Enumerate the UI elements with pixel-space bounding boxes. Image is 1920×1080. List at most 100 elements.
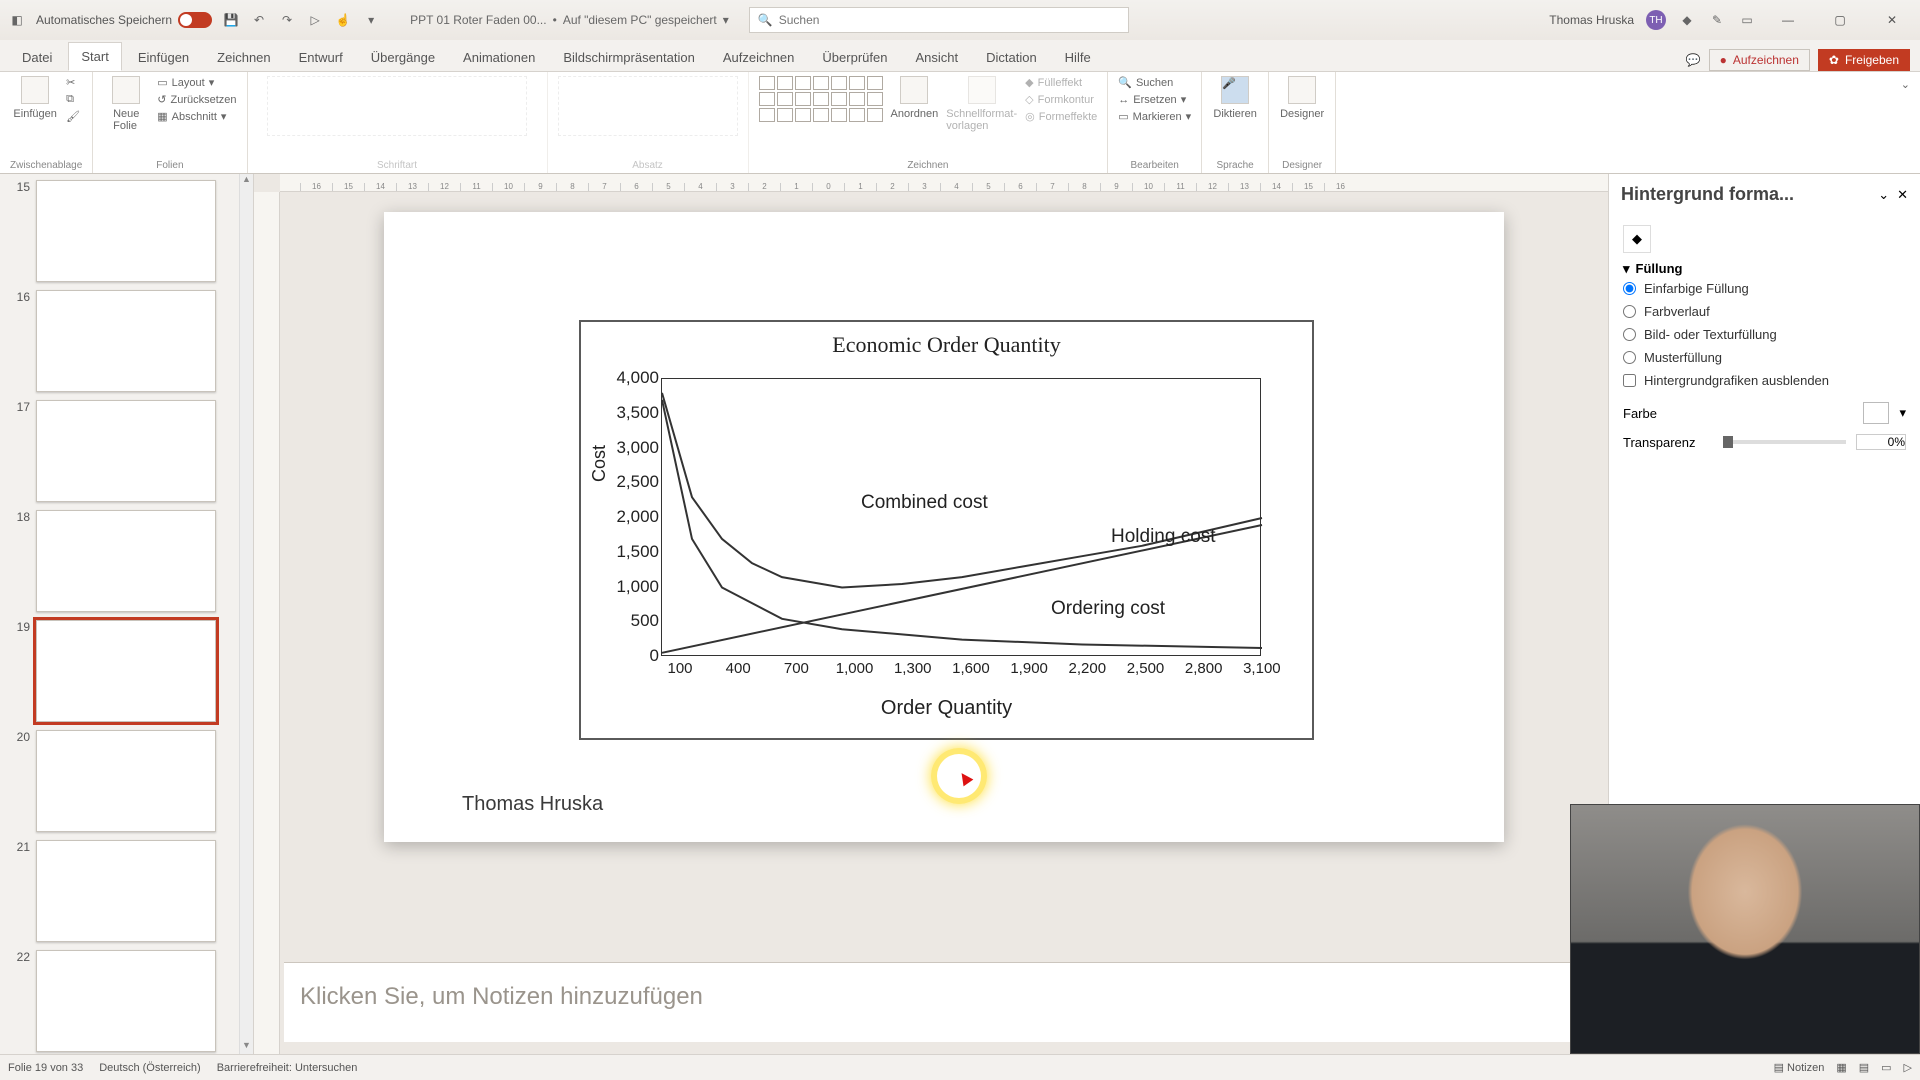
- tab-entwurf[interactable]: Entwurf: [287, 44, 355, 71]
- undo-icon[interactable]: ↶: [250, 13, 268, 27]
- thumb-slide-17[interactable]: 17: [8, 400, 231, 502]
- window-icon[interactable]: ▭: [1738, 13, 1756, 27]
- thumb-slide-22[interactable]: 22: [8, 950, 231, 1052]
- select-button[interactable]: ▭ Markieren ▾: [1118, 110, 1191, 123]
- tab-zeichnen[interactable]: Zeichnen: [205, 44, 282, 71]
- language-status[interactable]: Deutsch (Österreich): [99, 1062, 200, 1074]
- opt-solid[interactable]: Einfarbige Füllung: [1623, 277, 1906, 300]
- doc-chevron-icon[interactable]: ▾: [723, 13, 729, 27]
- notes-toggle[interactable]: ▤ Notizen: [1774, 1061, 1825, 1074]
- tab-animationen[interactable]: Animationen: [451, 44, 547, 71]
- slide-thumbnails: 15161718192021222324 ▲▼: [0, 174, 254, 1054]
- chart-image[interactable]: Economic Order Quantity Cost 05001,0001,…: [579, 320, 1314, 740]
- dictate-button[interactable]: 🎤Diktieren: [1212, 76, 1258, 120]
- reset-button[interactable]: ↺ Zurücksetzen: [157, 93, 236, 106]
- tab-start[interactable]: Start: [68, 42, 121, 71]
- slideshow-icon[interactable]: ▷: [306, 13, 324, 27]
- new-slide-button[interactable]: Neue Folie: [103, 76, 149, 132]
- thumb-slide-18[interactable]: 18: [8, 510, 231, 612]
- section-fill-label: Füllung: [1636, 261, 1683, 277]
- pane-collapse-icon[interactable]: ⌄: [1878, 187, 1889, 203]
- redo-icon[interactable]: ↷: [278, 13, 296, 27]
- paste-button[interactable]: Einfügen: [12, 76, 58, 120]
- format-painter-icon[interactable]: 🖌: [66, 110, 80, 123]
- shape-outline-button[interactable]: ◇ Formkontur: [1025, 93, 1097, 106]
- record-button[interactable]: ●Aufzeichnen: [1709, 49, 1810, 71]
- tab-ansicht[interactable]: Ansicht: [903, 44, 970, 71]
- thumb-slide-19[interactable]: 19: [8, 620, 231, 722]
- replace-button[interactable]: ↔ Ersetzen ▾: [1118, 93, 1191, 106]
- tab-ueberpruefen[interactable]: Überprüfen: [810, 44, 899, 71]
- pane-title: Hintergrund forma...: [1621, 184, 1870, 205]
- cut-icon[interactable]: ✂: [66, 76, 80, 89]
- view-sorter-icon[interactable]: ▤: [1859, 1061, 1869, 1074]
- accessibility-status[interactable]: Barrierefreiheit: Untersuchen: [217, 1062, 358, 1074]
- color-chevron-icon[interactable]: ▾: [1899, 405, 1906, 421]
- touch-icon[interactable]: ☝: [334, 13, 352, 27]
- group-clipboard-label: Zwischenablage: [10, 158, 82, 171]
- chevron-down-icon[interactable]: ▾: [1623, 261, 1630, 277]
- pen-icon[interactable]: ✎: [1708, 13, 1726, 27]
- qat-more-icon[interactable]: ▾: [362, 13, 380, 27]
- shape-effects-button[interactable]: ◎ Formeffekte: [1025, 110, 1097, 123]
- collapse-ribbon-icon[interactable]: ⌄: [1901, 78, 1910, 91]
- autosave-toggle[interactable]: [178, 12, 212, 28]
- slide-canvas[interactable]: Economic Order Quantity Cost 05001,0001,…: [384, 212, 1504, 842]
- transparency-slider[interactable]: [1723, 440, 1846, 444]
- opt-gradient[interactable]: Farbverlauf: [1623, 300, 1906, 323]
- group-edit-label: Bearbeiten: [1131, 158, 1179, 171]
- chart-title: Economic Order Quantity: [581, 332, 1312, 358]
- fill-category-icon[interactable]: ◆: [1623, 225, 1651, 253]
- tab-aufzeichnen[interactable]: Aufzeichnen: [711, 44, 807, 71]
- notes-placeholder[interactable]: Klicken Sie, um Notizen hinzuzufügen: [284, 962, 1580, 1042]
- group-slides-label: Folien: [156, 158, 183, 171]
- view-normal-icon[interactable]: ▦: [1836, 1061, 1846, 1074]
- section-button[interactable]: ▦ Abschnitt ▾: [157, 110, 236, 123]
- shape-fill-button[interactable]: ◆ Fülleffekt: [1025, 76, 1097, 89]
- thumb-slide-15[interactable]: 15: [8, 180, 231, 282]
- tab-uebergaenge[interactable]: Übergänge: [359, 44, 447, 71]
- user-name[interactable]: Thomas Hruska: [1549, 13, 1634, 27]
- thumb-slide-21[interactable]: 21: [8, 840, 231, 942]
- doc-title[interactable]: PPT 01 Roter Faden 00...: [410, 13, 547, 27]
- tab-dictation[interactable]: Dictation: [974, 44, 1049, 71]
- tab-bildschirm[interactable]: Bildschirmpräsentation: [551, 44, 707, 71]
- thumbs-scrollbar[interactable]: ▲▼: [239, 174, 253, 1054]
- copy-icon[interactable]: ⧉: [66, 93, 80, 106]
- app-icon: ◧: [8, 13, 26, 27]
- chart-plot-area: [661, 378, 1261, 656]
- view-reading-icon[interactable]: ▭: [1881, 1061, 1891, 1074]
- close-button[interactable]: ✕: [1872, 13, 1912, 27]
- search-input[interactable]: [779, 13, 1120, 27]
- diamond-icon[interactable]: ◆: [1678, 13, 1696, 27]
- search-box[interactable]: 🔍: [749, 7, 1129, 33]
- minimize-button[interactable]: —: [1768, 13, 1808, 27]
- tab-einfuegen[interactable]: Einfügen: [126, 44, 201, 71]
- save-icon[interactable]: 💾: [222, 13, 240, 27]
- tab-datei[interactable]: Datei: [10, 44, 64, 71]
- horizontal-ruler: 1615141312111098765432101234567891011121…: [280, 174, 1608, 192]
- color-swatch[interactable]: [1863, 402, 1889, 424]
- opt-hidebg[interactable]: Hintergrundgrafiken ausblenden: [1623, 369, 1906, 392]
- thumb-slide-20[interactable]: 20: [8, 730, 231, 832]
- pane-close-icon[interactable]: ✕: [1897, 187, 1908, 203]
- share-button[interactable]: ✿Freigeben: [1818, 49, 1910, 71]
- layout-button[interactable]: ▭ Layout ▾: [157, 76, 236, 89]
- shapes-gallery[interactable]: [759, 76, 883, 122]
- avatar[interactable]: TH: [1646, 10, 1666, 30]
- comments-icon[interactable]: 💬: [1686, 53, 1701, 67]
- maximize-button[interactable]: ▢: [1820, 13, 1860, 27]
- find-button[interactable]: 🔍 Suchen: [1118, 76, 1191, 89]
- ribbon-tabs: Datei Start Einfügen Zeichnen Entwurf Üb…: [0, 40, 1920, 72]
- designer-button[interactable]: Designer: [1279, 76, 1325, 120]
- opt-pattern[interactable]: Musterfüllung: [1623, 346, 1906, 369]
- slide-counter[interactable]: Folie 19 von 33: [8, 1062, 83, 1074]
- opt-picture[interactable]: Bild- oder Texturfüllung: [1623, 323, 1906, 346]
- thumb-slide-16[interactable]: 16: [8, 290, 231, 392]
- tab-hilfe[interactable]: Hilfe: [1053, 44, 1103, 71]
- quick-styles-button[interactable]: Schnellformat- vorlagen: [946, 76, 1017, 132]
- transparency-value[interactable]: [1856, 434, 1906, 450]
- label-combined: Combined cost: [861, 492, 988, 514]
- view-slideshow-icon[interactable]: ▷: [1904, 1061, 1912, 1074]
- arrange-button[interactable]: Anordnen: [891, 76, 939, 120]
